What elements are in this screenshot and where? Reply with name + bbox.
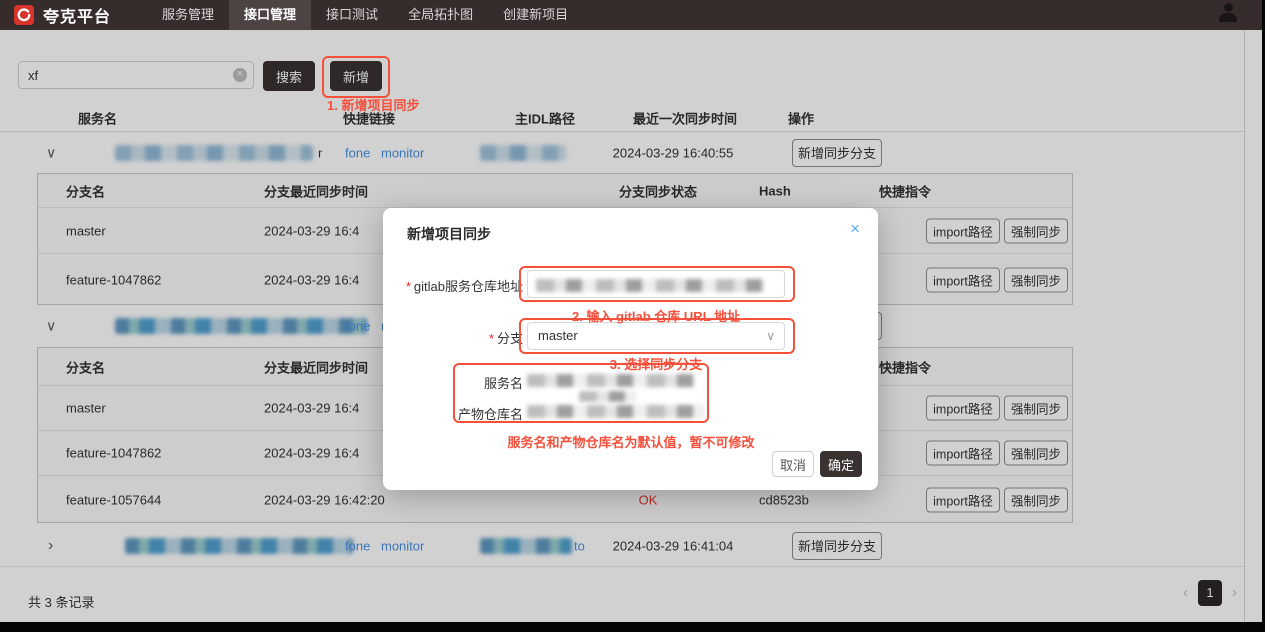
nav-item-create-project[interactable]: 创建新项目 [488,0,583,30]
app-window: 夸克平台 服务管理 接口管理 接口测试 全局拓扑图 创建新项目 × 搜索 新增 … [0,0,1265,632]
gitlab-repo-input[interactable] [527,270,785,298]
service-name-redacted [579,391,637,402]
cancel-button[interactable]: 取消 [772,451,814,477]
required-mark: * [489,331,494,346]
branch-select[interactable]: master ∨ [527,322,785,350]
branch-label: *分支 [383,328,523,347]
close-icon[interactable]: × [850,220,860,237]
top-navbar: 夸克平台 服务管理 接口管理 接口测试 全局拓扑图 创建新项目 [0,0,1265,30]
nav-item-interface-test[interactable]: 接口测试 [311,0,393,30]
branch-select-value: master [538,328,578,343]
service-name-redacted [527,374,695,387]
nav-menu: 服务管理 接口管理 接口测试 全局拓扑图 创建新项目 [147,0,583,30]
artifact-repo-redacted [527,405,705,418]
required-mark: * [406,279,411,294]
artifact-repo-label: 产物仓库名 [383,404,523,423]
nav-item-service-management[interactable]: 服务管理 [147,0,229,30]
user-avatar-icon[interactable] [1217,2,1239,24]
gitlab-repo-label: *gitlab服务仓库地址 [383,276,523,295]
annotation-text-step2: 2. 输入 gitlab 仓库 URL 地址 [527,306,785,325]
add-project-sync-dialog: 新增项目同步 × *gitlab服务仓库地址 2. 输入 gitlab 仓库 U… [383,208,878,490]
nav-item-global-topology[interactable]: 全局拓扑图 [393,0,488,30]
dialog-title: 新增项目同步 [407,224,491,244]
annotation-text-step3: 3. 选择同步分支 [527,354,785,373]
gitlab-url-redacted [536,279,764,292]
screen-frame-bottom [0,622,1265,632]
annotation-text-step1: 1. 新增项目同步 [327,95,419,114]
annotation-text-note: 服务名和产物仓库名为默认值，暂不可修改 [441,432,821,451]
nav-item-interface-management[interactable]: 接口管理 [229,0,311,30]
brand-logo-icon[interactable] [14,5,34,25]
brand-title: 夸克平台 [43,3,111,27]
chevron-down-icon: ∨ [766,323,775,349]
confirm-button[interactable]: 确定 [820,451,862,477]
service-name-label: 服务名 [383,373,523,392]
